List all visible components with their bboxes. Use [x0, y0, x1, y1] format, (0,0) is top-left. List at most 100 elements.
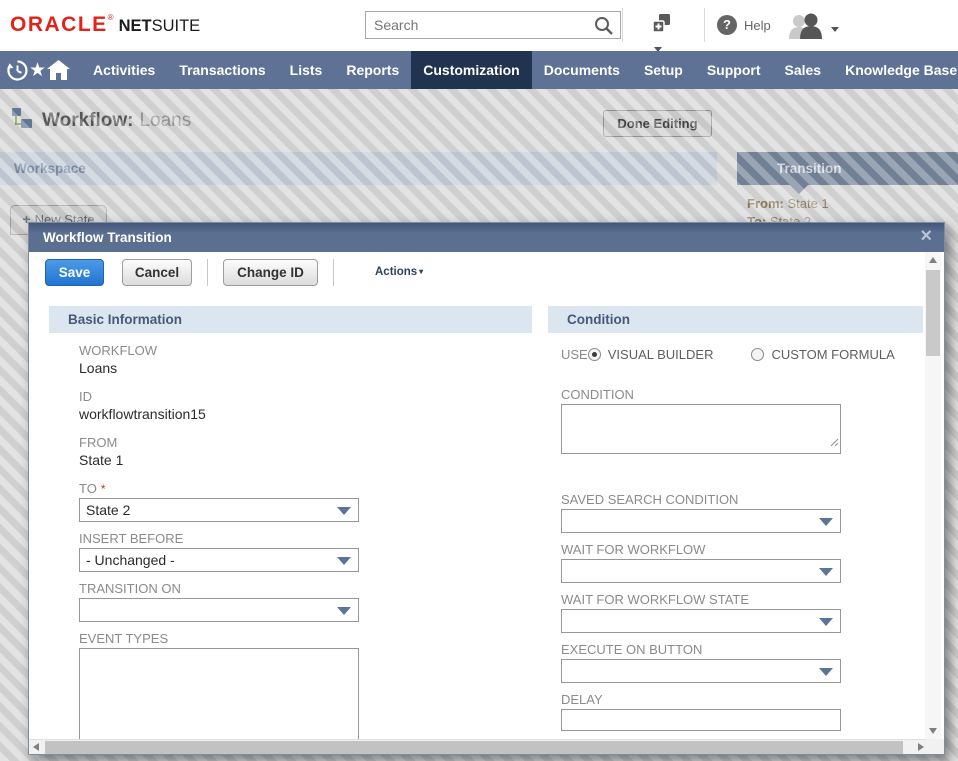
delay-input[interactable]: [561, 709, 841, 731]
section-condition: Condition: [548, 306, 923, 333]
help-label: Help: [744, 18, 771, 33]
quick-add-menu[interactable]: [651, 13, 685, 37]
event-types-listbox[interactable]: [79, 648, 359, 743]
page-title-label: Workflow:: [42, 110, 133, 132]
select-arrow-icon: [337, 507, 351, 515]
radio-visual-builder[interactable]: VISUAL BUILDER: [588, 347, 714, 362]
select-arrow-icon: [819, 668, 833, 676]
from-field-value: State 1: [79, 452, 379, 468]
insert-before-label: INSERT BEFORE: [79, 531, 379, 546]
insert-before-select[interactable]: - Unchanged -: [79, 548, 359, 572]
condition-textarea-wrap: [561, 404, 841, 454]
dialog-titlebar: Workflow Transition ×: [29, 223, 944, 252]
radio-custom-formula[interactable]: CUSTOM FORMULA: [751, 347, 894, 362]
search-icon[interactable]: [593, 15, 617, 35]
nav-item-customization[interactable]: Customization: [411, 51, 531, 89]
dialog-toolbar: Save Cancel Change ID Actions▾: [29, 252, 909, 292]
nav-item-documents[interactable]: Documents: [532, 51, 632, 89]
help-menu[interactable]: ? Help: [717, 15, 771, 35]
to-select-value: State 2: [86, 502, 130, 518]
radio-checked-icon: [588, 348, 601, 361]
done-editing-button[interactable]: Done Editing: [603, 110, 712, 137]
nav-item-activities[interactable]: Activities: [81, 51, 167, 89]
workspace-label: Workspace: [0, 152, 717, 185]
use-radio-group: USE VISUAL BUILDER CUSTOM FORMULA: [561, 347, 891, 362]
cancel-button[interactable]: Cancel: [122, 259, 192, 286]
toolbar-divider: [207, 259, 208, 286]
event-types-label: EVENT TYPES: [79, 631, 379, 646]
use-label: USE: [561, 347, 588, 362]
nav-item-setup[interactable]: Setup: [632, 51, 695, 89]
netsuite-logo-suite: SUITE: [152, 17, 201, 35]
saved-search-condition-select[interactable]: [561, 509, 841, 533]
main-nav: ★ Activities Transactions Lists Reports …: [0, 51, 958, 89]
help-icon: ?: [717, 15, 737, 35]
scrollbar-corner: [926, 739, 944, 754]
nav-item-transactions[interactable]: Transactions: [167, 51, 277, 89]
scroll-up-arrow[interactable]: [925, 252, 941, 268]
quick-add-icon: [651, 23, 673, 40]
transition-on-select[interactable]: [79, 598, 359, 622]
to-field-label: TO*: [79, 481, 379, 496]
from-field-label: FROM: [79, 435, 379, 450]
workflow-icon: [10, 106, 34, 135]
toolbar-divider: [333, 259, 334, 286]
section-basic-information: Basic Information: [49, 306, 532, 333]
header-divider: [622, 8, 623, 42]
nav-item-support[interactable]: Support: [695, 51, 773, 89]
chevron-down-icon: ▾: [419, 267, 423, 276]
nav-item-knowledge-base[interactable]: Knowledge Base: [833, 51, 958, 89]
delay-label: DELAY: [561, 692, 891, 707]
wait-for-workflow-select[interactable]: [561, 559, 841, 583]
transition-from-value: State 1: [787, 196, 828, 211]
horizontal-scrollbar[interactable]: [29, 739, 928, 754]
home-icon[interactable]: [46, 51, 71, 89]
close-icon[interactable]: ×: [920, 223, 932, 250]
workflow-field-value: Loans: [79, 360, 379, 376]
insert-before-value: - Unchanged -: [86, 552, 175, 568]
saved-search-condition-label: SAVED SEARCH CONDITION: [561, 492, 891, 507]
scroll-left-arrow[interactable]: [29, 740, 45, 755]
user-roles-menu[interactable]: [787, 13, 839, 45]
vertical-scroll-thumb[interactable]: [926, 270, 940, 356]
netsuite-logo-net: NET: [119, 17, 152, 35]
header-divider: [704, 8, 705, 42]
condition-fields: USE VISUAL BUILDER CUSTOM FORMULA CONDIT…: [561, 347, 891, 731]
vertical-scrollbar[interactable]: [925, 252, 941, 739]
save-button[interactable]: Save: [45, 259, 104, 286]
execute-on-button-label: EXECUTE ON BUTTON: [561, 642, 891, 657]
execute-on-button-select[interactable]: [561, 659, 841, 683]
select-arrow-icon: [819, 618, 833, 626]
actions-menu[interactable]: Actions▾: [375, 266, 423, 278]
resize-grip-icon[interactable]: [829, 434, 839, 452]
condition-textarea[interactable]: [562, 405, 840, 453]
transition-panel-header: Transition: [737, 152, 958, 185]
page-title-value: Loans: [139, 110, 191, 132]
workspace-bar: Workspace: [0, 152, 717, 185]
recent-history-icon[interactable]: [6, 51, 29, 89]
global-search: [365, 11, 621, 39]
select-arrow-icon: [337, 607, 351, 615]
id-field-value: workflowtransition15: [79, 406, 379, 422]
select-arrow-icon: [337, 557, 351, 565]
workflow-transition-dialog: Workflow Transition × Save Cancel Change…: [28, 222, 945, 755]
search-input[interactable]: [366, 12, 581, 38]
nav-item-lists[interactable]: Lists: [278, 51, 335, 89]
basic-information-fields: WORKFLOW Loans ID workflowtransition15 F…: [79, 343, 379, 743]
id-field-label: ID: [79, 389, 379, 404]
required-marker: *: [101, 482, 106, 496]
nav-item-reports[interactable]: Reports: [334, 51, 411, 89]
select-arrow-icon: [819, 568, 833, 576]
horizontal-scroll-thumb[interactable]: [45, 741, 903, 754]
dialog-title: Workflow Transition: [43, 230, 172, 245]
user-avatar-icon: [787, 13, 827, 45]
nav-item-sales[interactable]: Sales: [773, 51, 834, 89]
oracle-netsuite-logo: ORACLE®NETSUITE: [10, 13, 200, 37]
netsuite-app: ORACLE®NETSUITE: [0, 0, 958, 761]
page-title: Workflow: Loans: [10, 106, 191, 135]
scroll-down-arrow[interactable]: [925, 723, 941, 739]
shortcuts-star-icon[interactable]: ★: [29, 51, 46, 89]
wait-for-workflow-state-select[interactable]: [561, 609, 841, 633]
change-id-button[interactable]: Change ID: [223, 259, 318, 286]
to-select[interactable]: State 2: [79, 498, 359, 522]
